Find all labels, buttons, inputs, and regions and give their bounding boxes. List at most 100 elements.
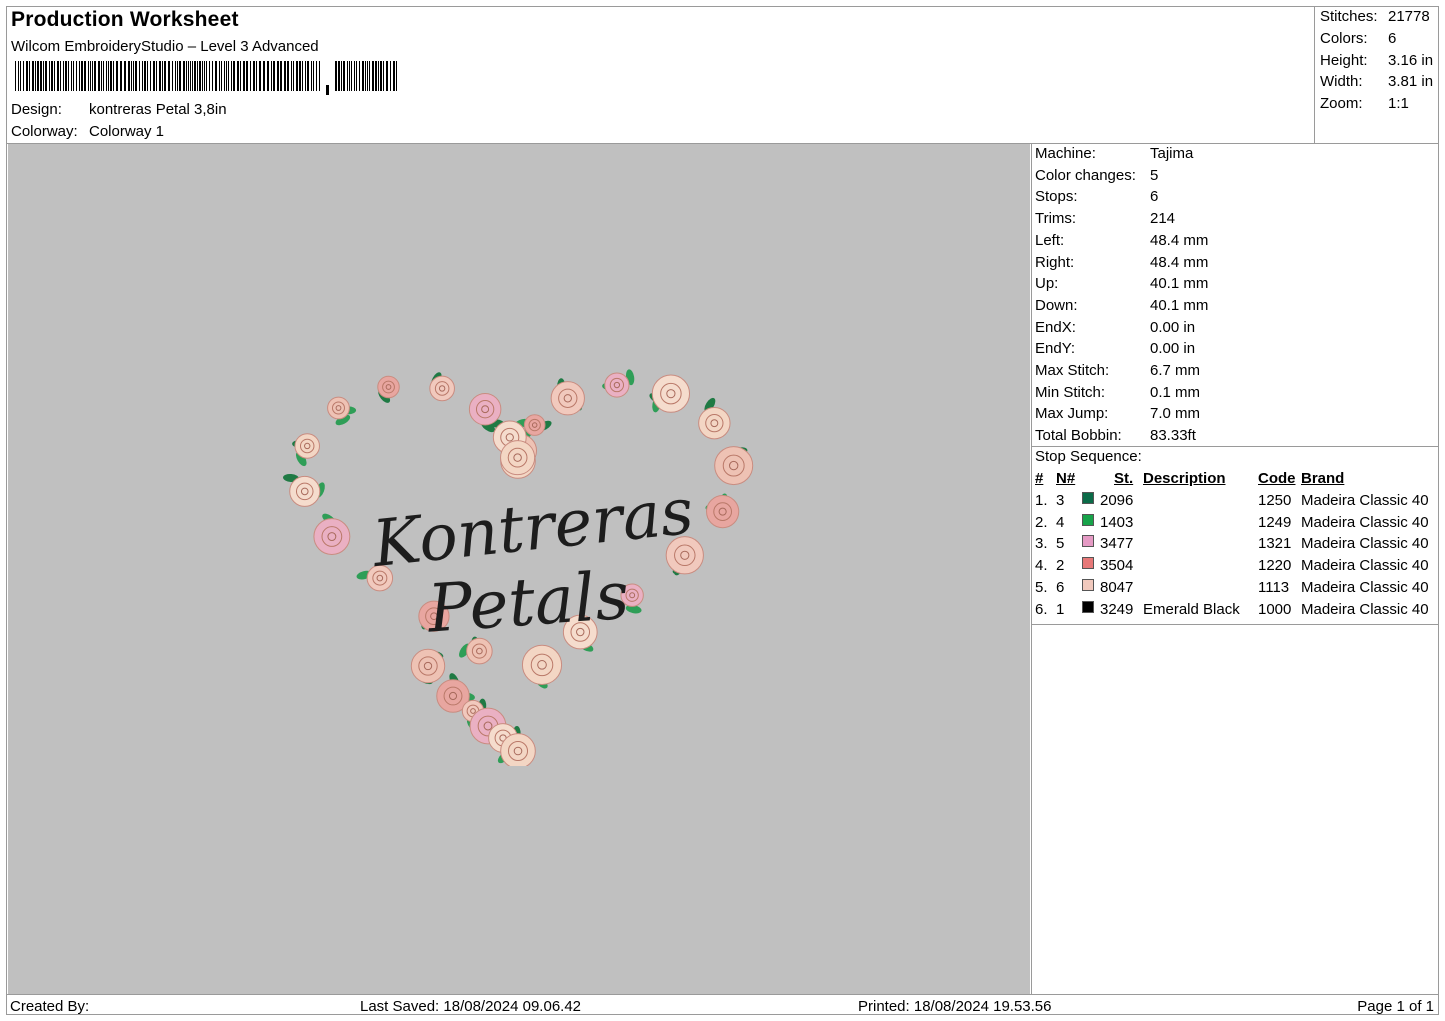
barcode-bar: [209, 61, 210, 91]
stop-needle: 2: [1056, 557, 1065, 575]
info-value: 0.1 mm: [1150, 383, 1201, 401]
info-value: 5: [1150, 166, 1159, 184]
barcode-bar: [287, 61, 289, 91]
barcode-bar: [313, 61, 314, 91]
summary-label: Stitches:: [1320, 8, 1378, 25]
divider: [1032, 446, 1439, 447]
col-code: Code: [1258, 470, 1296, 487]
divider: [1032, 624, 1439, 625]
info-label: Trims:: [1035, 210, 1077, 228]
rose-shape: [714, 446, 754, 486]
barcode-bar: [250, 61, 251, 91]
barcode-bar: [356, 61, 357, 91]
stop-brand: Madeira Classic 40: [1301, 513, 1429, 531]
stop-table-header: # N# St. Description Code Brand: [1035, 470, 1435, 490]
info-label: Left:: [1035, 231, 1065, 249]
info-value: 40.1 mm: [1150, 275, 1209, 293]
barcode-bar: [302, 61, 303, 91]
stop-code: 1249: [1258, 513, 1292, 531]
barcode-bar: [113, 61, 114, 91]
col-description: Description: [1143, 470, 1226, 487]
barcode-bar: [98, 61, 100, 91]
rose-shape: [410, 648, 446, 684]
info-value: 214: [1150, 210, 1176, 228]
info-label: Stops:: [1035, 188, 1078, 206]
barcode-bar: [194, 61, 196, 91]
barcode-bar: [94, 61, 96, 91]
color-swatch: [1082, 557, 1094, 570]
barcode-bar: [296, 61, 298, 91]
stop-num: 3.: [1035, 535, 1048, 553]
barcode-bar: [341, 61, 342, 91]
info-label: Down:: [1035, 296, 1078, 314]
barcode-bar: [71, 61, 72, 91]
colorway-row: Colorway: Colorway 1: [11, 123, 164, 140]
summary-row: Height: 3.16 in: [1320, 52, 1433, 69]
barcode-bar: [231, 61, 232, 91]
barcode-bar: [293, 61, 294, 91]
summary-value: 3.81 in: [1388, 73, 1434, 90]
info-row: Right: 48.4 mm: [1035, 254, 1208, 271]
page-number: Page 1 of 1: [1357, 998, 1434, 1015]
info-value: 0.00 in: [1150, 340, 1196, 358]
barcode-bar: [23, 61, 24, 91]
summary-value: 21778: [1388, 8, 1430, 25]
colorway-value: Colorway 1: [89, 123, 165, 140]
info-label: Max Stitch:: [1035, 362, 1110, 379]
info-row: Left: 48.4 mm: [1035, 232, 1208, 249]
barcode-bar: [233, 61, 235, 91]
barcode-bar: [51, 61, 53, 91]
rose-shape: [313, 518, 351, 555]
stop-needle: 6: [1056, 578, 1065, 596]
barcode-bar: [267, 61, 269, 91]
info-row: Machine: Tajima: [1035, 145, 1193, 162]
barcode-bar: [386, 61, 388, 91]
info-value: 0.00 in: [1150, 318, 1196, 336]
info-row: Stops: 6: [1035, 188, 1158, 205]
stop-row: 6. 1 3249 Emerald Black 1000 Madeira Classic …: [1035, 600, 1435, 621]
barcode-bar: [349, 61, 350, 91]
barcode-bar: [351, 61, 352, 91]
barcode-bar: [108, 61, 109, 91]
info-row: Down: 40.1 mm: [1035, 297, 1208, 314]
summary-label: Height:: [1320, 52, 1368, 69]
barcode-bar: [190, 61, 191, 91]
rose-shape: [294, 433, 320, 459]
barcode-bar: [164, 61, 166, 91]
barcode-bar: [156, 61, 157, 91]
summary-row: Width: 3.81 in: [1320, 73, 1433, 90]
barcode-bar: [256, 61, 257, 91]
barcode-bar: [175, 61, 176, 91]
rose-shape: [651, 374, 691, 413]
barcode-bar: [291, 61, 292, 91]
info-row: Color changes: 5: [1035, 167, 1158, 184]
design-label: Design:: [11, 101, 62, 118]
design-row: Design: kontreras Petal 3,8in: [11, 101, 227, 118]
col-num: #: [1035, 470, 1044, 487]
barcode-bar: [60, 61, 61, 91]
rose-shape: [523, 414, 546, 436]
barcode-bar: [396, 61, 397, 91]
barcode-bar: [142, 61, 143, 91]
barcode-comma: [326, 85, 329, 95]
barcode-bar: [226, 61, 227, 91]
stop-row: 1. 3 2096 1250 Madeira Classic 40: [1035, 492, 1435, 512]
stop-row: 4. 2 3504 1220 Madeira Classic 40: [1035, 557, 1435, 577]
barcode-bar: [271, 61, 272, 91]
info-row: Total Bobbin: 83.33ft: [1035, 427, 1196, 444]
color-swatch: [1082, 600, 1094, 613]
col-st: St.: [1114, 470, 1134, 487]
stop-code: 1220: [1258, 557, 1292, 575]
barcode-bar: [390, 61, 391, 91]
color-swatch: [1082, 578, 1094, 591]
barcode-bar: [186, 61, 187, 91]
info-value: Tajima: [1150, 145, 1194, 162]
stop-code: 1000: [1258, 600, 1292, 618]
color-swatch: [1082, 535, 1094, 548]
worksheet: Production Worksheet Wilcom EmbroiderySt…: [6, 6, 1439, 1015]
stop-stitches: 1403: [1100, 513, 1134, 531]
barcode-image: [15, 61, 397, 95]
stop-needle: 3: [1056, 492, 1065, 509]
barcode-bar: [29, 61, 30, 91]
barcode-bar: [88, 61, 89, 91]
